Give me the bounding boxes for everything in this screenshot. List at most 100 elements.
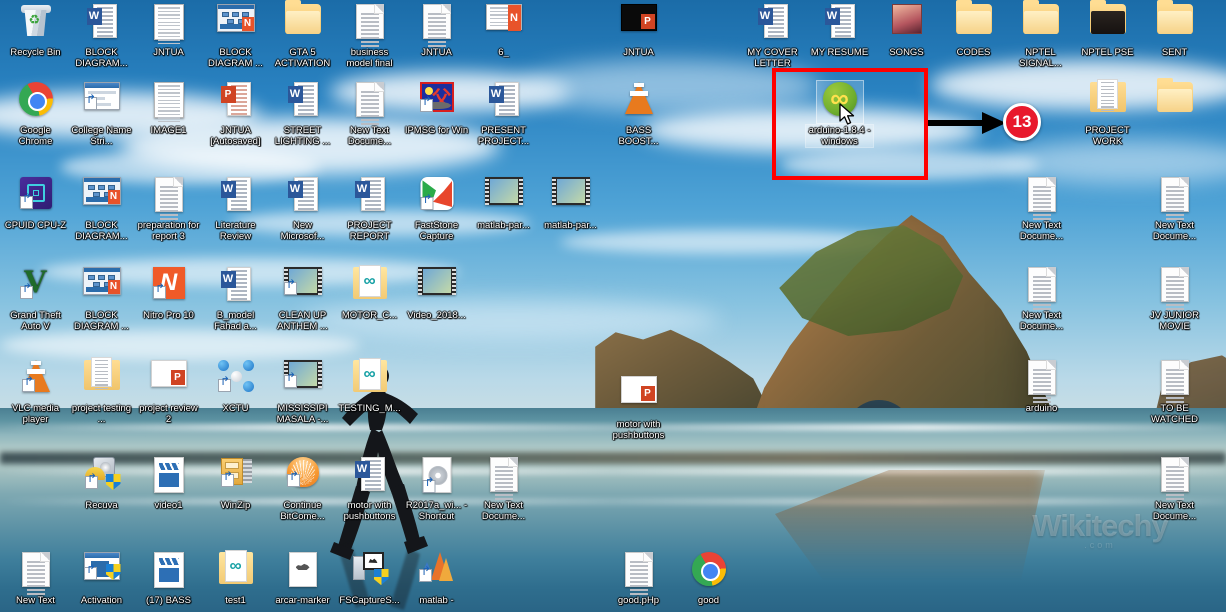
desktop-icon-faststone-capture[interactable]: FastStone Capture bbox=[403, 175, 470, 242]
scanned-page-icon bbox=[135, 2, 202, 46]
desktop-icon-video-2018[interactable]: Video_2018... bbox=[403, 265, 470, 321]
desktop-icon-fscaptures[interactable]: FSCaptureS... bbox=[336, 550, 403, 606]
desktop-icon-matlab[interactable]: matlab - bbox=[403, 550, 470, 606]
desktop-icon-video1[interactable]: video1 bbox=[135, 455, 202, 511]
desktop-icon-sent[interactable]: SENT bbox=[1141, 2, 1208, 58]
folder-icon bbox=[1007, 2, 1074, 46]
desktop-icon-gta-5-activation[interactable]: GTA 5 ACTIVATION bbox=[269, 2, 336, 69]
desktop-icon-codes[interactable]: CODES bbox=[940, 2, 1007, 58]
arcar-document-icon bbox=[269, 550, 336, 594]
text-document-glyph bbox=[423, 4, 451, 39]
desktop-icon-present-project[interactable]: WPRESENT PROJECT... bbox=[470, 80, 537, 147]
desktop-icon-block-diagram[interactable]: WBLOCK DIAGRAM... bbox=[68, 2, 135, 69]
arduino-folder-icon: ∞ bbox=[202, 550, 269, 594]
arduino-icon bbox=[806, 80, 873, 124]
desktop-icon-testing-m[interactable]: ∞TESTING_M... bbox=[336, 358, 403, 414]
recycle-bin-icon: ♻ bbox=[2, 2, 69, 46]
desktop-icon-ipmsg-for-win[interactable]: 父IPMSG for Win bbox=[403, 80, 470, 136]
shortcut-overlay-icon bbox=[218, 379, 231, 392]
desktop-icon-continue-bitcome[interactable]: Continue BitCome... bbox=[269, 455, 336, 522]
desktop-icon-r2017a-wi-shortcut[interactable]: R2017a_wi... - Shortcut bbox=[403, 455, 470, 522]
desktop-icon-street-lighting[interactable]: WSTREET LIGHTING ... bbox=[269, 80, 336, 147]
desktop-icon-my-resume[interactable]: WMY RESUME bbox=[806, 2, 873, 58]
desktop-icon-nptel-signal[interactable]: NPTEL SIGNAL... bbox=[1007, 2, 1074, 69]
desktop-icon-label: MY RESUME bbox=[806, 47, 873, 58]
desktop-icon-arduino-1-8-4-windows[interactable]: arduino-1.8.4 -windows bbox=[806, 80, 873, 147]
desktop-icon-mississipi-masala[interactable]: MISSISSIPI MASALA -... bbox=[269, 358, 336, 425]
desktop-icon-nptel-pse[interactable]: NPTEL PSE bbox=[1074, 2, 1141, 58]
shortcut-overlay-icon bbox=[84, 97, 97, 110]
word-document-glyph: W bbox=[221, 267, 251, 303]
desktop-icon-clean-up-anthem[interactable]: CLEAN UP ANTHEM ... bbox=[269, 265, 336, 332]
desktop-icon-jntua-autosaved[interactable]: PJNTUA [Autosaved] bbox=[202, 80, 269, 147]
desktop-icon-17-bass[interactable]: (17) BASS bbox=[135, 550, 202, 606]
vlc-icon bbox=[605, 80, 672, 124]
desktop-icon-new-text-docume[interactable]: New Text Docume... bbox=[1141, 455, 1208, 522]
desktop-icon-matlab-par[interactable]: matlab-par... bbox=[537, 175, 604, 231]
desktop-icon-good-php[interactable]: good.pHp bbox=[605, 550, 672, 606]
desktop-icon-block-diagram[interactable]: NBLOCK DIAGRAM ... bbox=[202, 2, 269, 69]
gta-icon: V bbox=[2, 265, 69, 309]
desktop-icon-arcar-marker[interactable]: arcar-marker bbox=[269, 550, 336, 606]
desktop-icon-my-cover-letter[interactable]: WMY COVER LETTER bbox=[739, 2, 806, 69]
folder-glyph bbox=[285, 4, 321, 34]
desktop-icon-unnamed[interactable] bbox=[1141, 80, 1208, 125]
desktop-icon-google-chrome[interactable]: Google Chrome bbox=[2, 80, 69, 147]
desktop-icon-label: Recycle Bin bbox=[2, 47, 69, 58]
desktop-icon-new-text-docume[interactable]: New Text Docume... bbox=[1008, 175, 1075, 242]
desktop-icon-motor-with-pushbuttons[interactable]: Pmotor with pushbuttons bbox=[605, 374, 672, 441]
desktop-icon-matlab-par[interactable]: matlab-par... bbox=[470, 175, 537, 231]
scanned-page-icon bbox=[135, 80, 202, 124]
desktop-icon-xctu[interactable]: XCTU bbox=[202, 358, 269, 414]
desktop-icon-motor-with-pushbuttons[interactable]: Wmotor with pushbuttons bbox=[336, 455, 403, 522]
desktop[interactable]: Wikitechy .com ♻Recycle BinWBLOCK DIAGRA… bbox=[0, 0, 1226, 612]
desktop-icon-new-text-docume[interactable]: New Text Docume... bbox=[1141, 175, 1208, 242]
desktop-icon-preparation-for-report-3[interactable]: preparation for report 3 bbox=[135, 175, 202, 242]
recycle-bin-glyph: ♻ bbox=[20, 4, 52, 38]
desktop-icon-recycle-bin[interactable]: ♻ Recycle Bin bbox=[2, 2, 69, 58]
folder-icon bbox=[940, 2, 1007, 46]
desktop-icon-6[interactable]: N6_ bbox=[470, 2, 537, 58]
desktop-icon-project-testing[interactable]: project testing ... bbox=[68, 358, 135, 425]
desktop-icon-nitro-pro-10[interactable]: Nitro Pro 10 bbox=[135, 265, 202, 321]
desktop-icon-college-name-stri[interactable]: College Name Stri... bbox=[68, 80, 135, 147]
desktop-icon-new-text-docume[interactable]: New Text Docume... bbox=[336, 80, 403, 147]
desktop-icon-block-diagram[interactable]: NBLOCK DIAGRAM... bbox=[68, 175, 135, 242]
desktop-icon-bass-boost[interactable]: BASS BOOST... bbox=[605, 80, 672, 147]
desktop-icon-recuva[interactable]: Recuva bbox=[68, 455, 135, 511]
desktop-icon-image1[interactable]: IMAGE1 bbox=[135, 80, 202, 136]
desktop-icon-label: Google Chrome bbox=[2, 125, 69, 147]
desktop-icon-b-model-fahad-a[interactable]: W B_model Fahad a... bbox=[202, 265, 269, 332]
desktop-icon-label: B_model Fahad a... bbox=[202, 310, 269, 332]
desktop-icon-cpuid-cpu-z[interactable]: CPUID CPU-Z bbox=[2, 175, 69, 231]
desktop-icon-test1[interactable]: ∞test1 bbox=[202, 550, 269, 606]
desktop-icon-jv-junior-movie[interactable]: JV JUNIOR MOVIE bbox=[1141, 265, 1208, 332]
desktop-icon-jntua[interactable]: JNTUA bbox=[135, 2, 202, 58]
desktop-icon-new-text[interactable]: New Text bbox=[2, 550, 69, 606]
desktop-icon-label: College Name Stri... bbox=[68, 125, 135, 147]
desktop-icon-winzip[interactable]: WinZip bbox=[202, 455, 269, 511]
desktop-icon-activation[interactable]: Activation bbox=[68, 550, 135, 606]
video-file-glyph bbox=[154, 457, 184, 493]
desktop-icon-jntua[interactable]: PJNTUA bbox=[605, 2, 672, 58]
desktop-icon-new-microsof[interactable]: WNew Microsof... bbox=[269, 175, 336, 242]
desktop-icon-grand-theft-auto-v[interactable]: VGrand Theft Auto V bbox=[2, 265, 69, 332]
scanned-pdf-glyph: N bbox=[486, 4, 522, 30]
desktop-icon-block-diagram[interactable]: NBLOCK DIAGRAM ... bbox=[68, 265, 135, 332]
desktop-icon-project-work[interactable]: PROJECT WORK bbox=[1074, 80, 1141, 147]
desktop-icon-project-report[interactable]: WPROJECT REPORT bbox=[336, 175, 403, 242]
desktop-icon-project-review-2[interactable]: Pproject review 2 bbox=[135, 358, 202, 425]
desktop-icon-to-be-watched[interactable]: TO BE WATCHED bbox=[1141, 358, 1208, 425]
powerpoint-white-glyph: P bbox=[151, 360, 187, 387]
shortcut-overlay-icon bbox=[84, 567, 97, 580]
desktop-icon-new-text-docume[interactable]: New Text Docume... bbox=[1008, 265, 1075, 332]
desktop-icon-motor-c[interactable]: ∞MOTOR_C... bbox=[336, 265, 403, 321]
desktop-icon-jntua[interactable]: JNTUA bbox=[403, 2, 470, 58]
desktop-icon-arduino[interactable]: arduino bbox=[1008, 358, 1075, 414]
desktop-icon-literature-review[interactable]: WLiterature Review bbox=[202, 175, 269, 242]
desktop-icon-songs[interactable]: SONGS bbox=[873, 2, 940, 58]
desktop-icon-business-model-final[interactable]: business model final bbox=[336, 2, 403, 69]
desktop-icon-vlc-media-player[interactable]: VLC media player bbox=[2, 358, 69, 425]
desktop-icon-new-text-docume[interactable]: New Text Docume... bbox=[470, 455, 537, 522]
desktop-icon-good[interactable]: good bbox=[675, 550, 742, 606]
